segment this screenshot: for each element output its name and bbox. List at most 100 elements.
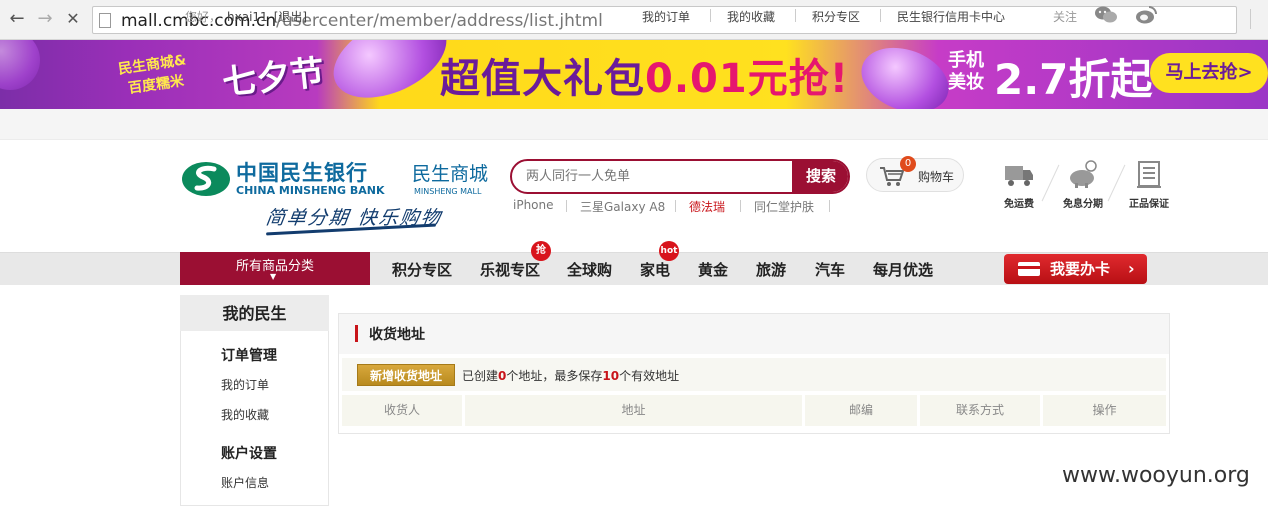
all-categories-menu[interactable]: 所有商品分类 ▼: [180, 252, 370, 285]
max-count: 10: [602, 369, 620, 383]
toplink-points-zone[interactable]: 积分专区: [812, 8, 860, 25]
nav-item-monthly-picks[interactable]: 每月优选: [873, 259, 933, 280]
address-count-info: 已创建0个地址，最多保存10个有效地址: [462, 367, 679, 384]
truck-icon: [1005, 166, 1033, 186]
toplink-credit-card-center[interactable]: 民生银行信用卡中心: [897, 8, 1005, 25]
search-input[interactable]: [512, 161, 792, 192]
mall-name-en: MINSHENG MALL: [414, 187, 482, 196]
divider: [710, 9, 711, 22]
credit-card-icon: [1018, 262, 1040, 276]
banner-right-small: 手机美妆: [948, 50, 984, 93]
toplink-my-orders[interactable]: 我的订单: [642, 8, 690, 25]
follow-label: 关注: [1053, 10, 1078, 24]
username: hxai11: [227, 10, 268, 24]
column-header-contact: 联系方式: [920, 395, 1040, 426]
nav-item-letv[interactable]: 乐视专区: [480, 259, 540, 280]
page-title: 收货地址: [369, 327, 425, 343]
banner-main-price: 0.01: [645, 56, 748, 102]
banner-cta-button[interactable]: 马上去抢>: [1150, 53, 1268, 93]
sidebar-item-my-orders[interactable]: 我的订单: [221, 376, 269, 393]
nav-item-gold[interactable]: 黄金: [698, 259, 728, 280]
divider: [1041, 164, 1060, 202]
page-icon: [99, 13, 111, 28]
chevron-right-icon: ›: [1128, 259, 1135, 278]
sidebar-group-account: 账户设置: [221, 446, 277, 462]
hot-keyword-defarui[interactable]: 德法瑞: [689, 198, 725, 215]
divider: [1107, 164, 1126, 202]
column-header-zipcode: 邮编: [805, 395, 917, 426]
top-links-bar: [0, 109, 1268, 140]
banner-right-big: 2.7折起: [994, 55, 1153, 104]
nav-item-points[interactable]: 积分专区: [392, 259, 452, 280]
hot-keyword-tongrentang[interactable]: 同仁堂护肤: [754, 198, 814, 215]
balloon-decoration: [852, 40, 958, 109]
divider: [740, 200, 741, 212]
weibo-icon[interactable]: [1134, 5, 1158, 25]
menu-icon[interactable]: [1250, 9, 1264, 29]
certificate-icon: [1137, 161, 1161, 188]
banner-campaign-logo: 民生商城& 百度糯米 七夕节: [110, 48, 340, 104]
service-label: 免运费: [1004, 199, 1034, 210]
service-label: 正品保证: [1129, 199, 1169, 210]
sidebar-title: 我的民生: [180, 295, 329, 331]
search-button[interactable]: 搜索: [792, 161, 848, 192]
piggy-bank-icon: [1070, 160, 1097, 188]
title-accent-bar: [355, 325, 358, 342]
search-box: 搜索: [510, 159, 850, 194]
banner-main-prefix: 超值大礼包: [440, 56, 645, 102]
info-mid: 个地址，最多保存: [506, 369, 603, 383]
hot-badge: hot: [659, 241, 679, 261]
watermark: www.wooyun.org: [1062, 463, 1250, 488]
bank-name-en: CHINA MINSHENG BANK: [236, 184, 385, 197]
service-free-shipping: 免运费: [994, 160, 1044, 210]
service-genuine: 正品保证: [1124, 160, 1174, 210]
sidebar-item-my-favorites[interactable]: 我的收藏: [221, 406, 269, 423]
column-header-recipient: 收货人: [342, 395, 462, 426]
banner-qixi: 七夕节: [220, 52, 327, 104]
nav-item-auto[interactable]: 汽车: [815, 259, 845, 280]
logout-link[interactable]: [退出]: [274, 10, 307, 24]
apply-card-label: 我要办卡: [1050, 260, 1111, 278]
mall-name-cn: 民生商城: [412, 163, 489, 185]
banner-main-suffix: 元抢!: [747, 56, 849, 102]
sidebar-item-account-info[interactable]: 账户信息: [221, 474, 269, 491]
user-greeting: 您好， hxai11 [退出]: [185, 8, 307, 25]
chevron-down-icon: ▼: [270, 272, 277, 281]
hot-keyword-galaxy[interactable]: 三星Galaxy A8: [580, 198, 665, 215]
apply-card-button[interactable]: 我要办卡 ›: [1004, 254, 1147, 284]
info-suffix: 个有效地址: [619, 369, 680, 383]
nav-item-global[interactable]: 全球购: [567, 259, 612, 280]
add-address-button[interactable]: 新增收货地址: [357, 364, 455, 386]
cart-label: 购物车: [918, 170, 955, 184]
forward-button[interactable]: →: [34, 8, 56, 30]
balloon-decoration: [0, 40, 40, 90]
service-label: 免息分期: [1063, 199, 1103, 210]
greeting-text: 您好，: [185, 10, 222, 24]
stop-button[interactable]: ✕: [62, 8, 84, 30]
divider: [566, 200, 567, 212]
sidebar-group-orders: 订单管理: [221, 348, 277, 364]
bank-logo-icon[interactable]: [181, 160, 231, 198]
url-path: /usercenter/member/address/list.jhtml: [276, 11, 603, 31]
banner-headline: 超值大礼包0.01元抢!: [440, 46, 849, 104]
nav-item-appliances[interactable]: 家电: [640, 259, 670, 280]
divider: [829, 200, 830, 212]
cart-button[interactable]: 0 购物车: [866, 156, 964, 192]
column-header-actions: 操作: [1043, 395, 1166, 426]
balloon-decoration: [320, 40, 460, 109]
service-interest-free: 免息分期: [1058, 160, 1108, 210]
divider: [880, 9, 881, 22]
back-button[interactable]: ←: [6, 8, 28, 30]
nav-item-travel[interactable]: 旅游: [756, 259, 786, 280]
divider: [675, 200, 676, 212]
info-prefix: 已创建: [462, 369, 499, 383]
toplink-my-favorites[interactable]: 我的收藏: [727, 8, 775, 25]
grab-badge: 抢: [531, 241, 551, 261]
cart-count-badge: 0: [900, 156, 916, 172]
hot-keyword-iphone[interactable]: iPhone: [513, 198, 554, 212]
bank-name-cn: 中国民生银行: [236, 161, 368, 185]
column-header-address: 地址: [465, 395, 802, 426]
divider: [795, 9, 796, 22]
promo-banner[interactable]: 民生商城& 百度糯米 七夕节 超值大礼包0.01元抢! 手机美妆 2.7折起 马…: [0, 40, 1268, 109]
wechat-icon[interactable]: [1094, 5, 1118, 25]
